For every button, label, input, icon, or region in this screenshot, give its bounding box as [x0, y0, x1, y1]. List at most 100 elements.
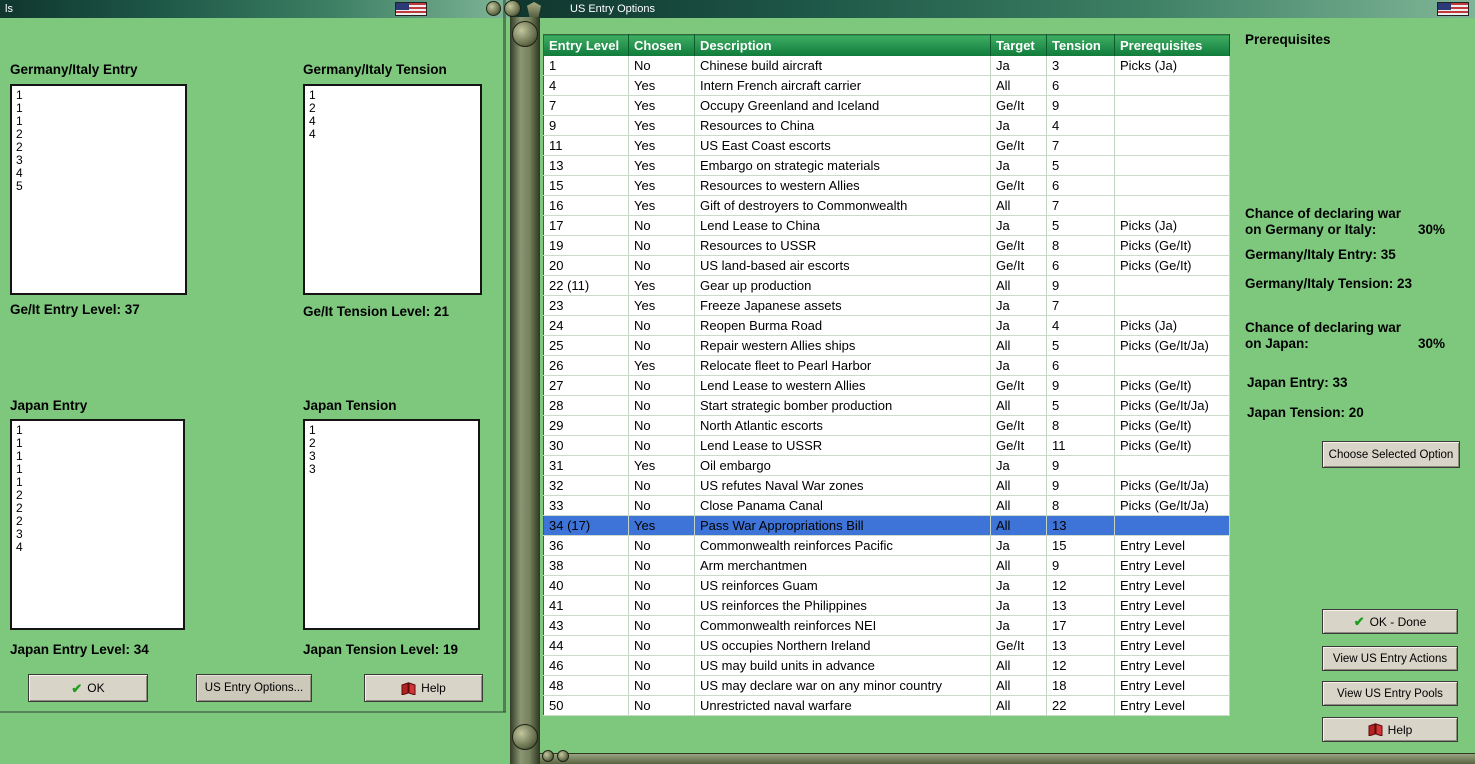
help-button-right[interactable]: Help [1322, 717, 1458, 742]
table-row[interactable]: 41 No US reinforces the Philippines Ja 13 Ent… [543, 595, 1230, 616]
table-row[interactable]: 23 Yes Freeze Japanese assets Ja 7 [543, 295, 1230, 316]
ok-button[interactable]: ✔ OK [28, 674, 148, 702]
table-cell: Gear up production [694, 275, 991, 296]
table-row[interactable]: 48 No US may declare war on any minor coun… [543, 675, 1230, 696]
listbox-item[interactable]: 1 [16, 476, 183, 489]
column-header[interactable]: Tension [1046, 34, 1115, 56]
column-header[interactable]: Chosen [628, 34, 695, 56]
table-cell: Freeze Japanese assets [694, 295, 991, 316]
listbox-item[interactable]: 4 [16, 167, 185, 180]
table-row[interactable]: 43 No Commonwealth reinforces NEI Ja 17 Entry… [543, 615, 1230, 636]
table-cell [1114, 75, 1230, 96]
japan-war-chance-value: 30% [1417, 336, 1445, 351]
listbox-item[interactable]: 1 [309, 424, 478, 437]
table-row[interactable]: 46 No US may build units in advance All 12 En… [543, 655, 1230, 676]
japan-war-chance-line2: on Japan: [1245, 336, 1309, 351]
column-header[interactable]: Description [694, 34, 991, 56]
listbox-item[interactable]: 2 [16, 128, 185, 141]
listbox-item[interactable]: 2 [16, 489, 183, 502]
listbox-item[interactable]: 1 [16, 437, 183, 450]
table-row[interactable]: 22 (11) Yes Gear up production All 9 [543, 275, 1230, 296]
listbox-item[interactable]: 4 [309, 115, 480, 128]
help-button-left[interactable]: Help [364, 674, 483, 702]
table-row[interactable]: 44 No US occupies Northern Ireland Ge/It 13 E… [543, 635, 1230, 656]
listbox-item[interactable]: 2 [16, 515, 183, 528]
listbox-item[interactable]: 1 [309, 89, 480, 102]
table-row[interactable]: 1 No Chinese build aircraft Ja 3 Picks (Ja) [543, 55, 1230, 76]
table-row[interactable]: 32 No US refutes Naval War zones All 9 Picks … [543, 475, 1230, 496]
ok-done-button[interactable]: ✔ OK - Done [1322, 609, 1458, 634]
japan-war-chance: Chance of declaring war on Japan: 30% [1245, 320, 1445, 352]
column-header[interactable]: Entry Level [543, 34, 629, 56]
table-cell: Chinese build aircraft [694, 55, 991, 76]
left-window-titlebar[interactable]: ls [0, 0, 510, 18]
table-row[interactable]: 17 No Lend Lease to China Ja 5 Picks (Ja) [543, 215, 1230, 236]
us-flag-icon [395, 2, 427, 16]
listbox-item[interactable]: 5 [16, 180, 185, 193]
listbox-item[interactable]: 3 [16, 528, 183, 541]
table-row[interactable]: 7 Yes Occupy Greenland and Iceland Ge/It 9 [543, 95, 1230, 116]
table-row[interactable]: 30 No Lend Lease to USSR Ge/It 11 Picks (Ge/I… [543, 435, 1230, 456]
table-row[interactable]: 26 Yes Relocate fleet to Pearl Harbor Ja 6 [543, 355, 1230, 376]
right-window-titlebar[interactable]: US Entry Options [510, 0, 1475, 18]
table-cell: Yes [628, 115, 695, 136]
table-row[interactable]: 25 No Repair western Allies ships All 5 Picks… [543, 335, 1230, 356]
listbox-item[interactable]: 1 [16, 102, 185, 115]
listbox-item[interactable]: 3 [309, 463, 478, 476]
table-row[interactable]: 38 No Arm merchantmen All 9 Entry Level [543, 555, 1230, 576]
column-header[interactable]: Prerequisites [1114, 34, 1230, 56]
table-cell: Reopen Burma Road [694, 315, 991, 336]
table-cell: No [628, 495, 695, 516]
table-row[interactable]: 13 Yes Embargo on strategic materials Ja 5 [543, 155, 1230, 176]
table-row[interactable]: 15 Yes Resources to western Allies Ge/It 6 [543, 175, 1230, 196]
view-us-entry-pools-button[interactable]: View US Entry Pools [1322, 681, 1458, 706]
listbox-item[interactable]: 1 [16, 463, 183, 476]
table-row[interactable]: 24 No Reopen Burma Road Ja 4 Picks (Ja) [543, 315, 1230, 336]
table-row[interactable]: 36 No Commonwealth reinforces Pacific Ja 15 E… [543, 535, 1230, 556]
table-cell: No [628, 395, 695, 416]
column-header[interactable]: Target [990, 34, 1047, 56]
listbox-item[interactable]: 2 [16, 141, 185, 154]
ge-entry-listbox[interactable]: 11122345 [10, 84, 187, 295]
table-row[interactable]: 20 No US land-based air escorts Ge/It 6 Picks… [543, 255, 1230, 276]
table-cell: 16 [543, 195, 629, 216]
table-cell: Ja [990, 155, 1047, 176]
japan-entry-value: Japan Entry: 33 [1247, 375, 1348, 390]
table-row[interactable]: 4 Yes Intern French aircraft carrier All 6 [543, 75, 1230, 96]
japan-tension-listbox[interactable]: 1233 [303, 419, 480, 630]
ge-tension-listbox[interactable]: 1244 [303, 84, 482, 295]
table-cell: No [628, 595, 695, 616]
listbox-item[interactable]: 3 [16, 154, 185, 167]
table-row[interactable]: 11 Yes US East Coast escorts Ge/It 7 [543, 135, 1230, 156]
listbox-item[interactable]: 1 [16, 115, 185, 128]
table-row[interactable]: 40 No US reinforces Guam Ja 12 Entry Level [543, 575, 1230, 596]
table-row[interactable]: 33 No Close Panama Canal All 8 Picks (Ge/It/J… [543, 495, 1230, 516]
table-row[interactable]: 28 No Start strategic bomber production All… [543, 395, 1230, 416]
table-cell: US refutes Naval War zones [694, 475, 991, 496]
choose-selected-option-button[interactable]: Choose Selected Option [1322, 441, 1460, 468]
listbox-item[interactable]: 1 [16, 450, 183, 463]
table-row[interactable]: 27 No Lend Lease to western Allies Ge/It 9 Pi… [543, 375, 1230, 396]
listbox-item[interactable]: 2 [309, 437, 478, 450]
table-cell: No [628, 695, 695, 716]
listbox-item[interactable]: 4 [16, 541, 183, 554]
table-row[interactable]: 9 Yes Resources to China Ja 4 [543, 115, 1230, 136]
listbox-item[interactable]: 2 [309, 102, 480, 115]
listbox-item[interactable]: 3 [309, 450, 478, 463]
listbox-item[interactable]: 1 [16, 424, 183, 437]
japan-entry-listbox[interactable]: 1111122234 [10, 419, 185, 630]
listbox-item[interactable]: 4 [309, 128, 480, 141]
listbox-item[interactable]: 2 [16, 502, 183, 515]
table-row[interactable]: 19 No Resources to USSR Ge/It 8 Picks (Ge/It) [543, 235, 1230, 256]
table-row[interactable]: 50 No Unrestricted naval warfare All 22 Entry… [543, 695, 1230, 716]
table-cell: 33 [543, 495, 629, 516]
table-row[interactable]: 29 No North Atlantic escorts Ge/It 8 Picks (G… [543, 415, 1230, 436]
table-row[interactable]: 16 Yes Gift of destroyers to Commonwealth A… [543, 195, 1230, 216]
ge-entry-level-text: Ge/It Entry Level: 37 [10, 302, 140, 317]
table-row[interactable]: 34 (17) Yes Pass War Appropriations Bill Al… [543, 515, 1230, 536]
view-us-entry-actions-button[interactable]: View US Entry Actions [1322, 646, 1458, 671]
us-entry-options-button[interactable]: US Entry Options... [196, 674, 312, 702]
table-row[interactable]: 31 Yes Oil embargo Ja 9 [543, 455, 1230, 476]
ge-tension-label: Germany/Italy Tension [303, 62, 447, 77]
listbox-item[interactable]: 1 [16, 89, 185, 102]
